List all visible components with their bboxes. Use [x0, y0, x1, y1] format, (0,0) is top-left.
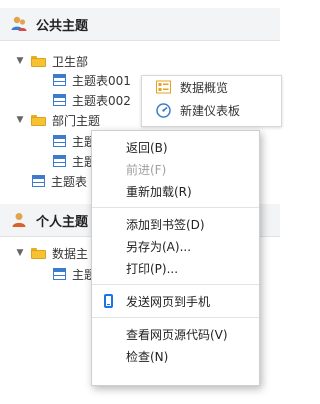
flyout-item-label: 新建仪表板: [180, 104, 241, 118]
table-flyout-menu: 数据概览 新建仪表板: [141, 75, 282, 127]
menu-item-view-source[interactable]: 查看网页源代码(V): [92, 323, 259, 345]
tree-item-label: 数据主: [52, 246, 89, 261]
tree-item-label: 部门主题: [52, 113, 101, 128]
menu-item-back[interactable]: 返回(B): [92, 136, 259, 158]
tree-item-label: 主题表: [51, 174, 88, 189]
menu-separator: [92, 284, 259, 285]
menu-item-bookmark[interactable]: 添加到书签(D): [92, 213, 259, 235]
menu-item-forward: 前进(F): [126, 162, 167, 177]
expand-triangle-icon[interactable]: ▼: [15, 115, 25, 125]
tree-item-topic-a[interactable]: 主题: [53, 131, 96, 151]
table-icon: [53, 268, 66, 280]
flyout-item-new-dashboard[interactable]: 新建仪表板: [142, 99, 281, 122]
tree-item-label: 主题表002: [72, 93, 131, 108]
tree-item-health-dept[interactable]: ▼ 卫生部: [15, 51, 88, 71]
folder-icon: [31, 55, 46, 67]
menu-separator: [92, 207, 259, 208]
section-title: 个人主题: [36, 214, 89, 230]
browser-context-menu: 返回(B) 前进(F) 重新加载(R) 添加到书签(D) 另存为(A)... 打…: [91, 130, 260, 386]
menu-item-send-to-phone[interactable]: 发送网页到手机: [92, 290, 259, 312]
tree-item-topic-table[interactable]: 主题表: [32, 171, 87, 191]
table-icon: [32, 175, 45, 187]
tree-item-label: 卫生部: [52, 54, 89, 69]
folder-icon: [31, 247, 46, 259]
menu-item-save-as[interactable]: 另存为(A)...: [92, 235, 259, 257]
public-topics-header[interactable]: 公共主题: [0, 8, 280, 41]
table-icon: [53, 94, 66, 106]
table-icon: [53, 155, 66, 167]
tree-item-table001[interactable]: 主题表001: [53, 70, 131, 90]
menu-item-print[interactable]: 打印(P)...: [92, 257, 259, 279]
users-icon: [11, 16, 27, 31]
phone-icon: [104, 294, 113, 308]
user-icon: [12, 213, 26, 227]
tree-item-personal-topic[interactable]: 主题: [53, 264, 96, 284]
expand-triangle-icon[interactable]: ▼: [15, 56, 25, 66]
data-overview-icon: [156, 80, 171, 94]
tree-item-topic-b[interactable]: 主题: [53, 151, 96, 171]
menu-item-reload[interactable]: 重新加载(R): [92, 180, 259, 202]
table-icon: [53, 74, 66, 86]
tree-item-dept-topics[interactable]: ▼ 部门主题: [15, 110, 100, 130]
tree-item-data-topics[interactable]: ▼ 数据主: [15, 243, 88, 263]
menu-separator: [92, 317, 259, 318]
menu-item-label: 发送网页到手机: [126, 294, 211, 309]
flyout-item-label: 数据概览: [180, 81, 229, 95]
tree-item-table002[interactable]: 主题表002: [53, 90, 131, 110]
dashboard-gauge-icon: [156, 103, 171, 118]
folder-icon: [31, 114, 46, 126]
tree-item-label: 主题表001: [72, 73, 131, 88]
section-title: 公共主题: [36, 18, 89, 34]
flyout-item-data-overview[interactable]: 数据概览: [142, 76, 281, 99]
menu-item-inspect[interactable]: 检查(N): [92, 345, 259, 367]
expand-triangle-icon[interactable]: ▼: [15, 248, 25, 258]
table-icon: [53, 135, 66, 147]
